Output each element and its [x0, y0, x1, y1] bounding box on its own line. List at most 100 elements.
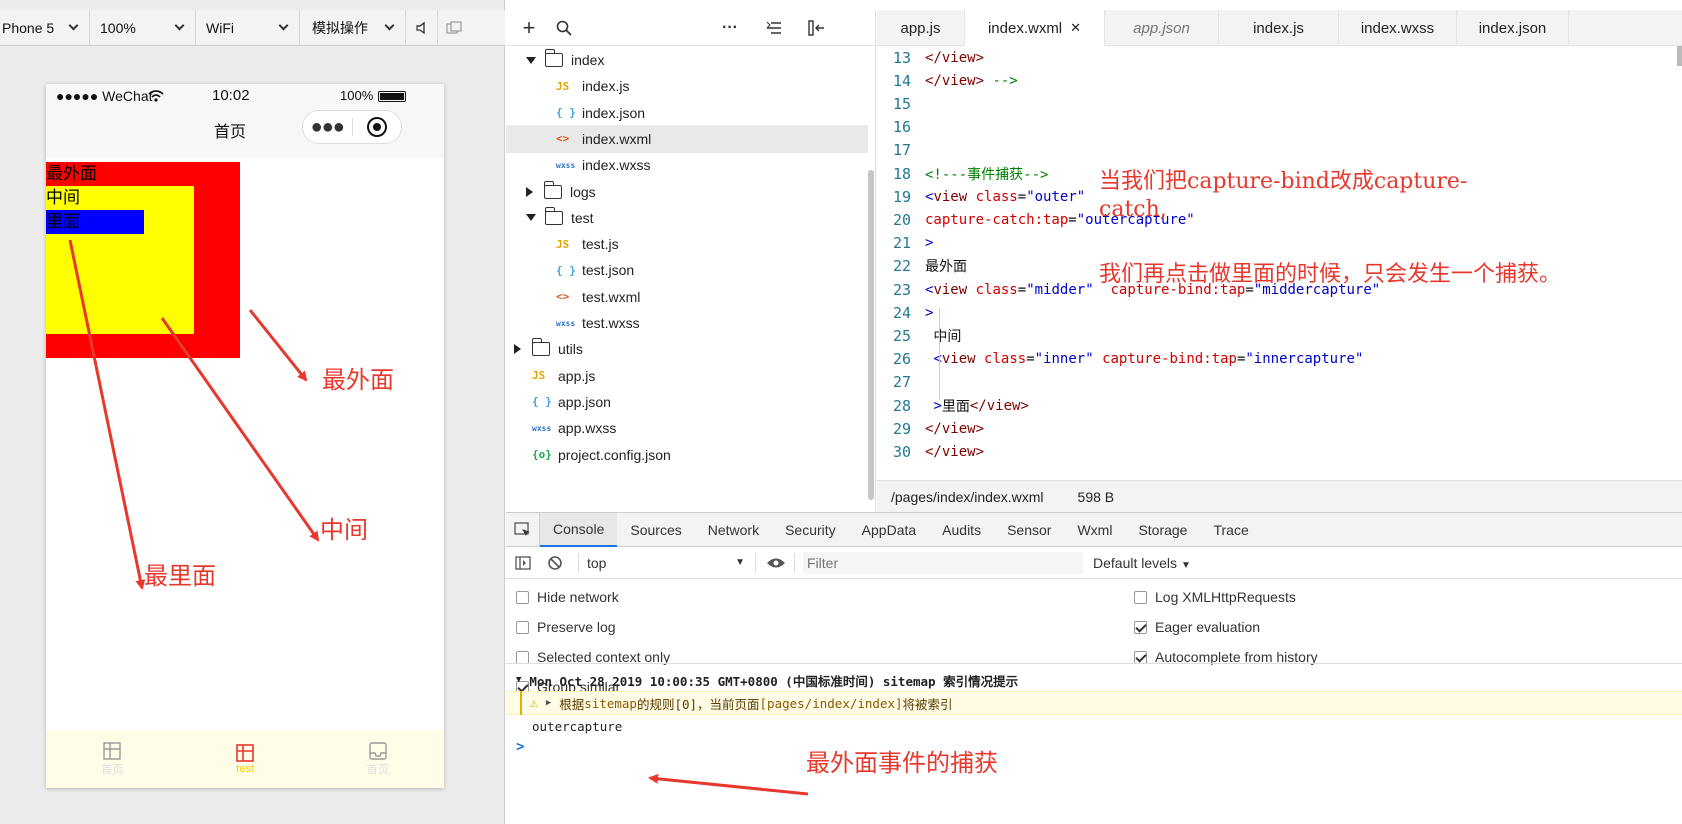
option-log-xmlhttprequests[interactable]: Log XMLHttpRequests: [1134, 589, 1296, 605]
log-group-header[interactable]: ▼ Mon Oct 28 2019 10:00:35 GMT+0800 (中国标…: [516, 669, 1018, 691]
outer-box[interactable]: 最外面 中间 里面: [46, 162, 240, 358]
log-levels-select[interactable]: Default levels ▼: [1093, 555, 1191, 571]
middle-box[interactable]: 中间 里面: [46, 186, 194, 334]
search-icon[interactable]: [556, 20, 572, 36]
context-select[interactable]: top ▼: [587, 555, 745, 571]
tab-index-js[interactable]: index.js: [1219, 10, 1339, 46]
line-number: 17: [892, 141, 911, 160]
code-token: capture-bind:tap: [1102, 351, 1237, 368]
js-file-icon: JS: [556, 237, 570, 251]
tab-test[interactable]: test: [179, 730, 312, 788]
console-log-area[interactable]: ▼ Mon Oct 28 2019 10:00:35 GMT+0800 (中国标…: [506, 663, 1682, 824]
tab-index-wxml[interactable]: index.wxml ✕: [965, 10, 1105, 46]
tree-item-test-wxml[interactable]: <> test.wxml: [506, 283, 868, 311]
tree-item-test-js[interactable]: JS test.js: [506, 230, 868, 258]
code-token: 里面: [941, 398, 970, 415]
tree-item-app-js[interactable]: JS app.js: [506, 362, 868, 390]
tree-item-app-wxss[interactable]: wxss app.wxss: [506, 414, 868, 442]
devtools-tab-audits[interactable]: Audits: [929, 513, 994, 547]
wxss-file-icon: wxss: [556, 160, 576, 170]
line-number: 22: [892, 257, 911, 276]
devtools-tab-sensor[interactable]: Sensor: [994, 513, 1064, 547]
option-hide-network[interactable]: Hide network: [516, 589, 619, 605]
devtools-tab-sources[interactable]: Sources: [617, 513, 694, 547]
devtools-tab-network[interactable]: Network: [695, 513, 772, 547]
line-number: 14: [892, 71, 911, 90]
tab-index-json[interactable]: index.json: [1457, 10, 1569, 46]
tree-item-index-wxml[interactable]: <> index.wxml: [506, 124, 868, 153]
home-icon: [103, 742, 122, 760]
checkbox[interactable]: [516, 620, 529, 634]
more-options-icon[interactable]: ···: [722, 19, 738, 37]
tab-home[interactable]: 首页: [46, 730, 179, 788]
network-select[interactable]: WiFi: [196, 9, 300, 46]
tab-inbox[interactable]: 首页: [311, 730, 444, 788]
code-token: "midder": [1026, 281, 1094, 298]
option-eager-evaluation[interactable]: Eager evaluation: [1134, 619, 1260, 635]
mode-label: 模拟操作: [312, 19, 368, 36]
clear-console-button[interactable]: [540, 555, 570, 571]
device-select[interactable]: Phone 5: [0, 9, 90, 46]
editor-scrollbar[interactable]: [1677, 46, 1682, 66]
checkbox[interactable]: [516, 650, 529, 664]
checkbox[interactable]: [1134, 650, 1147, 664]
devtools-tab-trace[interactable]: Trace: [1200, 513, 1261, 547]
close-tab-icon[interactable]: ✕: [1070, 20, 1081, 36]
editor-status-bar: /pages/index/index.wxml 598 B: [877, 480, 1682, 512]
inspect-button[interactable]: [506, 512, 540, 547]
tree-item-utils[interactable]: utils: [506, 335, 868, 363]
console-prompt[interactable]: >: [516, 739, 524, 755]
tree-item-app-json[interactable]: { } app.json: [506, 388, 868, 416]
tree-item-test[interactable]: test: [506, 204, 868, 232]
devtools-tab-storage[interactable]: Storage: [1125, 513, 1200, 547]
devtools-tab-wxml[interactable]: Wxml: [1064, 513, 1125, 547]
log-warning-row[interactable]: ⚠ ▶ 根据 sitemap 的规则[0]，当前页面 [pages/index/…: [506, 691, 1682, 715]
tab-app-js[interactable]: app.js: [877, 10, 965, 46]
tree-item-logs[interactable]: logs: [506, 178, 868, 206]
code-token: capture-catch:tap: [925, 211, 1069, 228]
folder-icon: [532, 338, 550, 357]
log-output-line[interactable]: outercapture: [532, 719, 622, 734]
add-icon[interactable]: +: [506, 15, 552, 41]
tree-item-index-json[interactable]: { } index.json: [506, 99, 868, 127]
tree-item-test-json[interactable]: { } test.json: [506, 256, 868, 284]
option-label: Hide network: [537, 589, 619, 605]
split-icon[interactable]: [808, 19, 826, 36]
simulator-panel: Phone 5 100% WiFi 模拟操作 ●●●●● WeChat 10:0…: [0, 0, 505, 824]
tree-item-project-config-json[interactable]: {o} project.config.json: [506, 441, 868, 469]
more-icon[interactable]: ●●●: [303, 117, 352, 137]
warning-icon: ⚠: [530, 695, 538, 711]
option-preserve-log[interactable]: Preserve log: [516, 619, 616, 635]
code-token: >: [925, 235, 934, 252]
tree-item-test-wxss[interactable]: wxss test.wxss: [506, 309, 868, 337]
devtools-tab-security[interactable]: Security: [772, 513, 849, 547]
close-miniprogram-button[interactable]: [353, 117, 402, 137]
tab-app-json[interactable]: app.json: [1105, 10, 1219, 46]
code-token: =: [1017, 188, 1027, 205]
tab-index-wxss[interactable]: index.wxss: [1339, 10, 1457, 46]
console-filter-input[interactable]: [803, 551, 1083, 574]
detach-button[interactable]: [438, 10, 470, 46]
sidebar-toggle[interactable]: [506, 555, 540, 570]
checkbox[interactable]: [1134, 590, 1147, 604]
volume-button[interactable]: [406, 9, 438, 46]
checkbox[interactable]: [516, 590, 529, 604]
mode-select[interactable]: 模拟操作: [300, 9, 406, 46]
tab-home-label: 首页: [101, 764, 124, 776]
tree-item-index-js[interactable]: JS index.js: [506, 72, 868, 100]
devtools-tab-appdata[interactable]: AppData: [849, 513, 929, 547]
zoom-select[interactable]: 100%: [90, 9, 196, 46]
devtools-tab-console[interactable]: Console: [540, 512, 618, 547]
line-number: 20: [892, 210, 911, 229]
collapse-icon[interactable]: [766, 21, 782, 35]
tree-item-index-wxss[interactable]: wxss index.wxss: [506, 151, 868, 179]
inner-box[interactable]: 里面: [46, 210, 144, 234]
tree-item-index[interactable]: index: [506, 46, 868, 74]
explorer-scrollbar[interactable]: [868, 170, 874, 500]
code-token: =: [1068, 211, 1077, 228]
tab-label: index.json: [1478, 19, 1547, 37]
eye-icon[interactable]: [766, 557, 786, 569]
checkbox[interactable]: [1134, 620, 1147, 634]
test-icon: [236, 744, 254, 762]
